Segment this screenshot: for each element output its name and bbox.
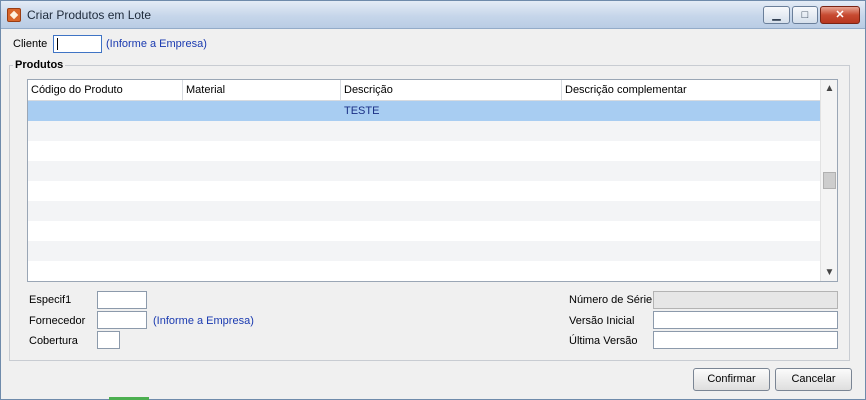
cell-descricao-complementar[interactable] [562,121,565,141]
cell-material[interactable] [183,121,186,141]
window-title: Criar Produtos em Lote [27,8,152,22]
grid-rows: TESTE [28,101,820,281]
versao-inicial-input[interactable] [653,311,838,329]
cell-descricao[interactable] [341,121,344,141]
title-bar[interactable]: Criar Produtos em Lote ▁ □ ✕ [1,1,865,29]
ultima-versao-label: Última Versão [569,335,638,347]
cell-descricao[interactable] [341,221,344,241]
maximize-button[interactable]: □ [792,6,818,24]
scroll-thumb[interactable] [823,172,836,189]
fornecedor-label: Fornecedor [29,315,86,327]
cell-descricao[interactable] [341,201,344,221]
cell-descricao-complementar[interactable] [562,141,565,161]
cell-descricao[interactable]: TESTE [341,101,562,121]
cell-material[interactable] [183,101,341,121]
table-row[interactable] [28,121,820,141]
cell-codigo[interactable] [28,161,31,181]
cell-material[interactable] [183,241,186,261]
close-button[interactable]: ✕ [820,6,860,24]
cobertura-input[interactable] [97,331,120,349]
cell-codigo[interactable] [28,101,183,121]
fornecedor-input[interactable] [97,311,147,329]
cell-descricao[interactable] [341,261,344,281]
produtos-grid[interactable]: Código do Produto Material Descrição Des… [27,79,838,282]
cell-material[interactable] [183,221,186,241]
cell-material[interactable] [183,201,186,221]
cell-codigo[interactable] [28,221,31,241]
versao-inicial-label: Versão Inicial [569,315,635,327]
cell-descricao[interactable] [341,181,344,201]
cell-codigo[interactable] [28,201,31,221]
column-header-descricao[interactable]: Descrição [341,80,562,101]
table-row[interactable]: TESTE [28,101,820,121]
cell-descricao-complementar[interactable] [562,261,565,281]
cell-material[interactable] [183,161,186,181]
cell-codigo[interactable] [28,261,31,281]
cell-codigo[interactable] [28,181,31,201]
table-row[interactable] [28,201,820,221]
especif1-label: Especif1 [29,294,72,306]
cell-descricao-complementar[interactable] [562,101,820,121]
grid-header: Código do Produto Material Descrição Des… [28,80,820,101]
numero-serie-input [653,291,838,309]
confirmar-button[interactable]: Confirmar [693,368,770,391]
cell-codigo[interactable] [28,121,31,141]
cell-material[interactable] [183,141,186,161]
especif1-input[interactable] [97,291,147,309]
ultima-versao-input[interactable] [653,331,838,349]
cell-descricao-complementar[interactable] [562,161,565,181]
numero-serie-label: Número de Série [569,294,653,306]
cancelar-button[interactable]: Cancelar [775,368,852,391]
cell-descricao[interactable] [341,141,344,161]
vertical-scrollbar[interactable]: ▲ ▼ [820,80,837,281]
produtos-group-title: Produtos [13,59,66,71]
table-row[interactable] [28,181,820,201]
cell-descricao-complementar[interactable] [562,181,565,201]
cell-descricao-complementar[interactable] [562,221,565,241]
cell-descricao-complementar[interactable] [562,241,565,261]
cell-material[interactable] [183,261,186,281]
fornecedor-hint-link[interactable]: (Informe a Empresa) [153,315,254,327]
cell-descricao[interactable] [341,241,344,261]
scroll-down-arrow-icon[interactable]: ▼ [821,264,837,281]
minimize-button[interactable]: ▁ [763,6,790,24]
column-header-material[interactable]: Material [183,80,341,101]
cliente-label: Cliente [13,38,48,50]
cliente-hint-link[interactable]: (Informe a Empresa) [106,38,207,50]
cell-material[interactable] [183,181,186,201]
cell-codigo[interactable] [28,241,31,261]
table-row[interactable] [28,261,820,281]
table-row[interactable] [28,141,820,161]
table-row[interactable] [28,241,820,261]
app-icon [7,8,21,22]
cliente-input[interactable] [53,35,102,53]
table-row[interactable] [28,221,820,241]
cell-descricao-complementar[interactable] [562,201,565,221]
scroll-up-arrow-icon[interactable]: ▲ [821,80,837,97]
cell-descricao[interactable] [341,161,344,181]
cell-codigo[interactable] [28,141,31,161]
cobertura-label: Cobertura [29,335,78,347]
column-header-codigo[interactable]: Código do Produto [28,80,183,101]
text-caret [57,38,58,50]
table-row[interactable] [28,161,820,181]
criar-produtos-window: Criar Produtos em Lote ▁ □ ✕ Cliente (In… [0,0,866,400]
column-header-descricao-complementar[interactable]: Descrição complementar [562,80,820,101]
